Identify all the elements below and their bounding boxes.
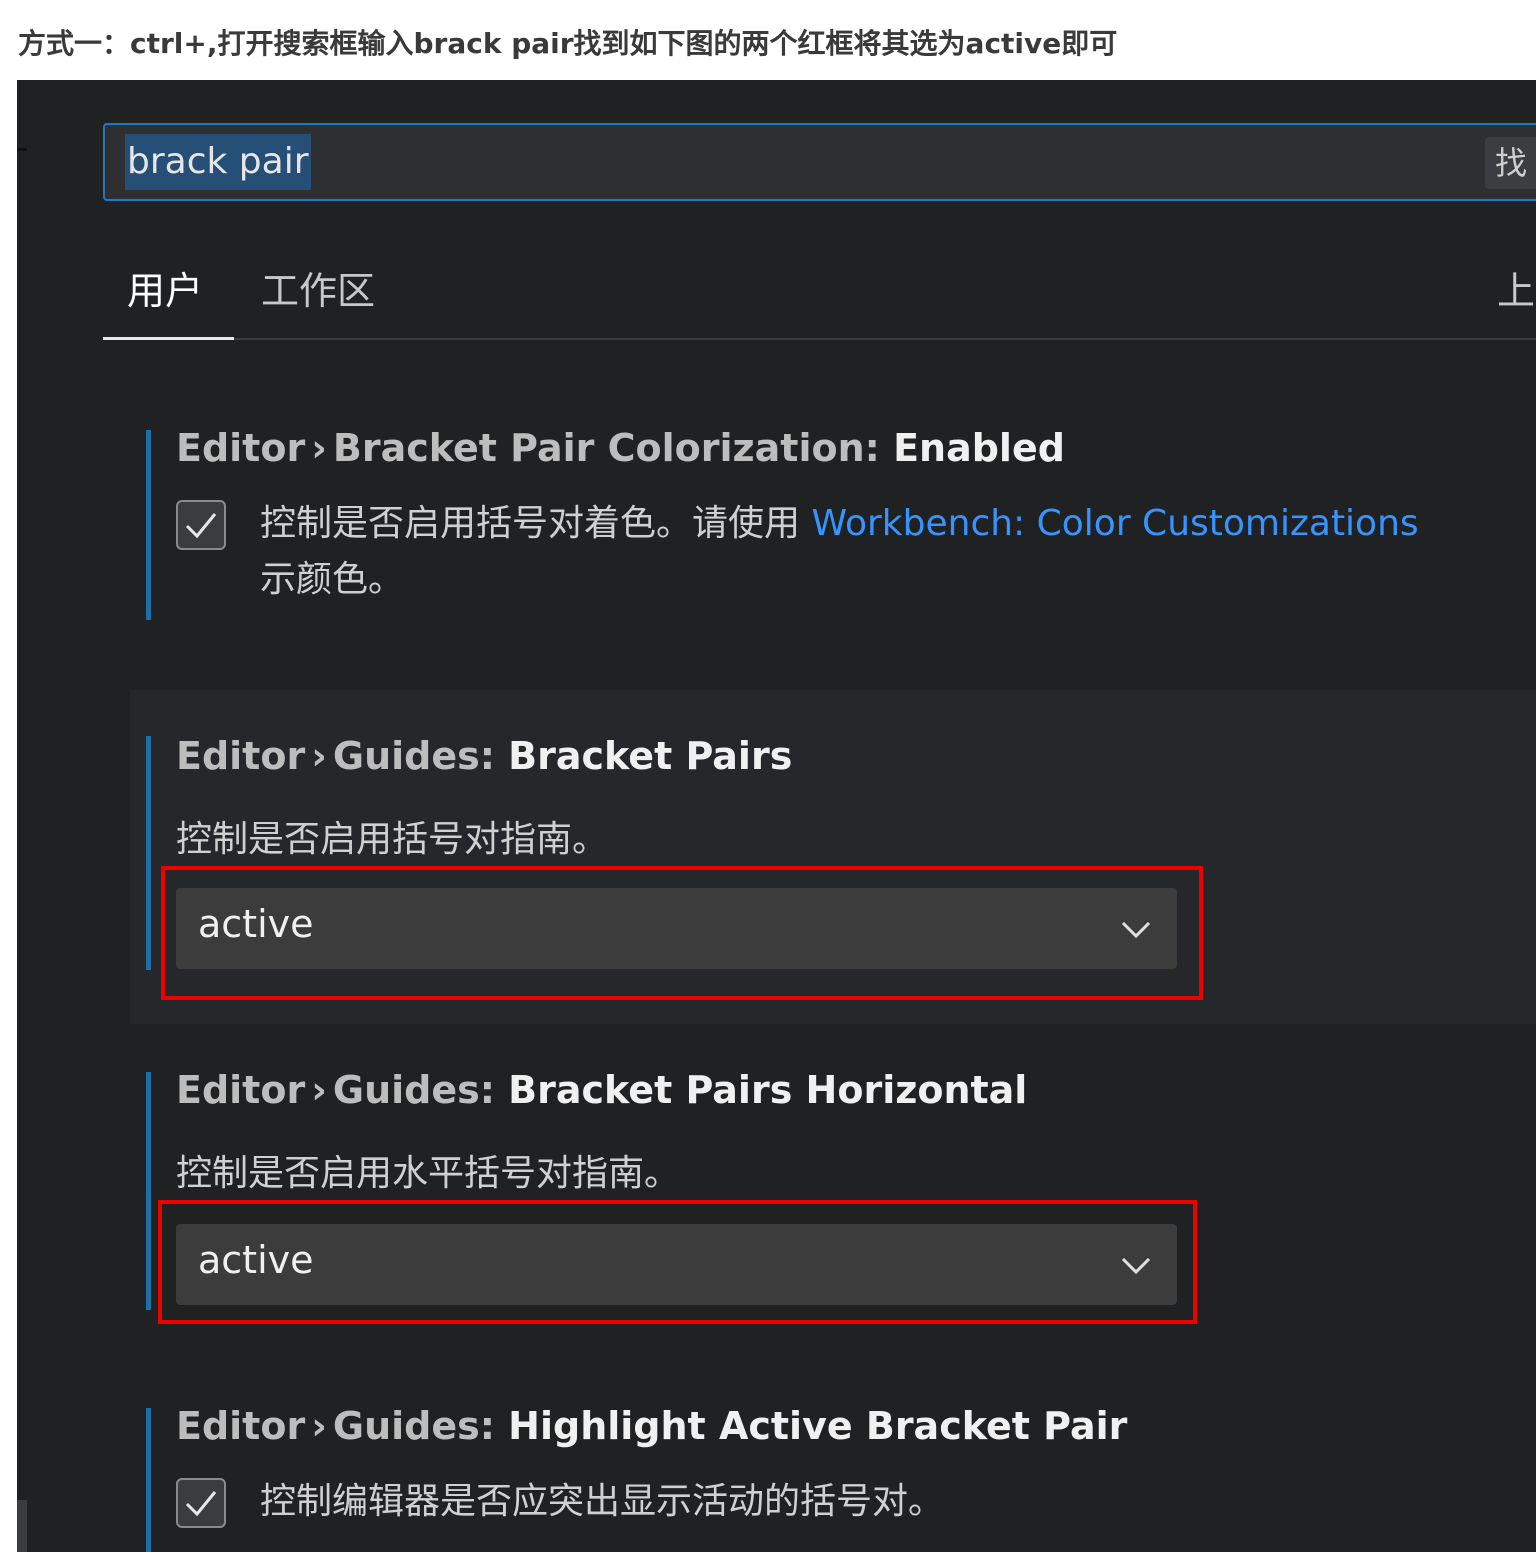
setting-group: Bracket Pair Colorization: xyxy=(332,426,880,470)
tab-workspace[interactable]: 工作区 xyxy=(261,260,375,315)
setting-highlight-active-bracket-pair: Editor › Guides: Highlight Active Bracket … xyxy=(130,1398,1536,1552)
highlight-box xyxy=(158,1200,1197,1324)
setting-category: Editor xyxy=(176,734,306,778)
highlight-box xyxy=(161,866,1203,1000)
edge-mark xyxy=(17,148,27,151)
description-text-continued: 示颜色。 xyxy=(260,559,405,600)
setting-title: Editor › Guides: Highlight Active Bracket … xyxy=(176,1404,1127,1448)
last-synced-label: 上次 xyxy=(1496,269,1536,313)
setting-modified-bar xyxy=(146,1408,151,1552)
active-tab-indicator xyxy=(103,337,234,340)
setting-group: Guides: xyxy=(332,734,495,778)
setting-category: Editor xyxy=(176,1404,306,1448)
setting-title: Editor › Guides: Bracket Pairs xyxy=(176,734,792,778)
highlight-active-checkbox[interactable] xyxy=(176,1478,226,1528)
color-customizations-link[interactable]: Workbench: Color Customizations xyxy=(811,503,1418,544)
breadcrumb-separator: › xyxy=(311,1404,327,1448)
setting-modified-bar xyxy=(146,736,151,970)
setting-modified-bar xyxy=(146,430,151,620)
check-icon xyxy=(185,513,217,539)
breadcrumb-separator: › xyxy=(311,426,327,470)
setting-title: Editor › Bracket Pair Colorization: Enable… xyxy=(176,426,1065,470)
setting-category: Editor xyxy=(176,426,306,470)
scrollbar-edge[interactable] xyxy=(17,1500,27,1552)
setting-category: Editor xyxy=(176,1068,306,1112)
setting-name: Bracket Pairs xyxy=(508,734,793,778)
settings-scope-tabs: 用户 工作区 上次 xyxy=(103,250,1536,340)
settings-screenshot: brack pair 找 用户 工作区 上次 Editor›Bracket Pa… xyxy=(17,80,1536,1552)
tab-user[interactable]: 用户 xyxy=(127,260,203,315)
search-filter-button[interactable]: 找 xyxy=(1485,137,1536,189)
setting-bracket-pair-colorization: Editor › Bracket Pair Colorization: Enable… xyxy=(130,420,1536,630)
setting-name: Bracket Pairs Horizontal xyxy=(508,1068,1028,1112)
setting-name: Enabled xyxy=(893,426,1065,470)
settings-search-box[interactable]: brack pair 找 xyxy=(103,123,1536,201)
setting-description: 控制是否启用括号对指南。 xyxy=(176,819,609,860)
check-icon xyxy=(185,1491,217,1517)
setting-description: 控制是否启用括号对着色。请使用 Workbench: Color Customi… xyxy=(260,496,1419,608)
colorization-checkbox[interactable] xyxy=(176,500,226,550)
setting-group: Guides: xyxy=(332,1404,495,1448)
breadcrumb-separator: › xyxy=(311,734,327,778)
setting-modified-bar xyxy=(146,1072,151,1310)
search-input[interactable]: brack pair xyxy=(125,134,311,190)
instruction-caption: 方式一：ctrl+,打开搜索框输入brack pair找到如下图的两个红框将其选… xyxy=(18,27,1118,60)
setting-title: Editor › Guides: Bracket Pairs Horizontal xyxy=(176,1068,1027,1112)
setting-name: Highlight Active Bracket Pair xyxy=(508,1404,1128,1448)
setting-description: 控制编辑器是否应突出显示活动的括号对。 xyxy=(260,1481,945,1522)
breadcrumb-separator: › xyxy=(311,1068,327,1112)
setting-group: Guides: xyxy=(332,1068,495,1112)
description-text: 控制是否启用括号对着色。请使用 xyxy=(260,503,801,544)
setting-description: 控制是否启用水平括号对指南。 xyxy=(176,1153,681,1194)
